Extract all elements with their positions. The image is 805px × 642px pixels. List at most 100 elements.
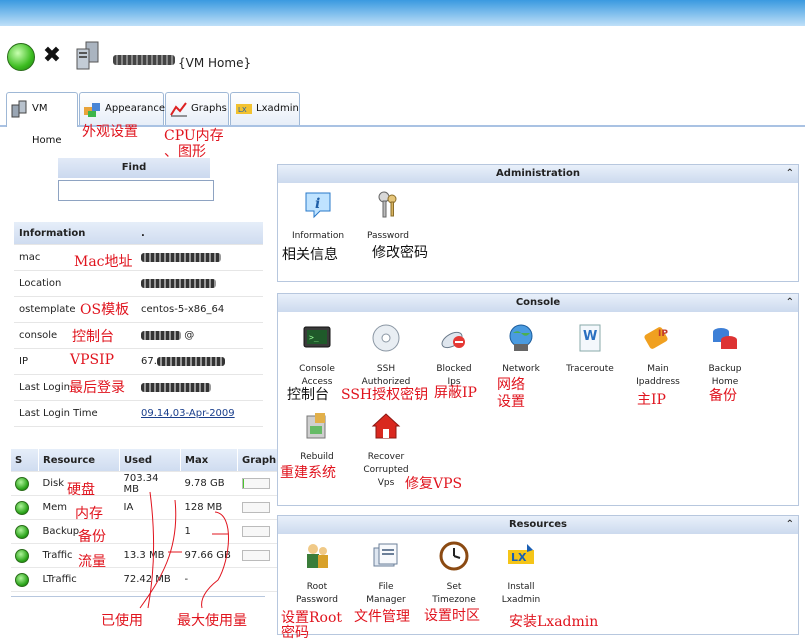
- blocked-icon: [441, 331, 465, 349]
- root-icon: [307, 544, 328, 568]
- collapse-icon[interactable]: ⌃: [786, 516, 794, 534]
- terminal-icon: >_: [303, 326, 331, 348]
- note-network-2: 设置: [497, 394, 525, 410]
- vm-name: [113, 55, 175, 65]
- info-value: 67.: [136, 348, 263, 375]
- usage-bar-fill: [242, 478, 245, 488]
- tab-vm-home[interactable]: VM Home: [6, 92, 78, 146]
- find-input[interactable]: [58, 180, 214, 201]
- table-row: Location: [14, 270, 263, 297]
- file-manager-button[interactable]: File Manager: [352, 540, 420, 607]
- set-timezone-label: Set Timezone: [432, 582, 476, 605]
- note-password: 修改密码: [372, 245, 428, 261]
- svg-text:LX: LX: [238, 106, 247, 114]
- top-banner: [0, 0, 805, 26]
- administration-panel: Administration ⌃ i Information Password: [277, 164, 799, 282]
- info-value: [136, 374, 263, 401]
- vm-home-icon: [11, 100, 27, 118]
- root-password-button[interactable]: Root Password: [283, 540, 351, 607]
- lxadmin-icon: LX: [508, 544, 534, 564]
- set-timezone-button[interactable]: Set Timezone: [420, 540, 488, 607]
- annotation-strokes: [139, 491, 229, 609]
- note-ip: VPSIP: [70, 352, 115, 368]
- traceroute-label: Traceroute: [566, 364, 614, 374]
- last-login-time-link[interactable]: 09.14,03-Apr-2009: [136, 400, 263, 427]
- info-value: [136, 244, 263, 271]
- note-mac: Mac地址: [74, 254, 133, 270]
- backup-home-button[interactable]: Backup Home: [691, 322, 759, 389]
- ip-icon: IP: [644, 327, 668, 349]
- resources-header: Resources ⌃: [278, 516, 798, 534]
- svg-text:LX: LX: [511, 551, 527, 564]
- note-appearance: 外观设置: [82, 124, 138, 140]
- information-button[interactable]: i Information: [284, 189, 352, 243]
- console-title: Console: [515, 297, 561, 308]
- graphs-icon: [170, 102, 187, 117]
- redacted-console: [141, 330, 181, 340]
- note-file-manager: 文件管理: [354, 609, 410, 625]
- blocked-ips-button[interactable]: Blocked Ips: [420, 322, 488, 389]
- server-icon: [76, 41, 99, 70]
- svg-text:>_: >_: [309, 333, 319, 342]
- keys-icon: [378, 191, 397, 218]
- note-console: 控制台: [72, 329, 114, 345]
- tab-graphs[interactable]: Graphs: [165, 92, 229, 125]
- note-backup: 备份: [78, 529, 106, 545]
- root-password-label: Root Password: [295, 582, 339, 605]
- col-used: Used: [119, 449, 181, 472]
- network-button[interactable]: Network: [487, 322, 555, 376]
- note-main-ip: 主IP: [637, 392, 666, 408]
- information-label: Information: [291, 231, 345, 241]
- traceroute-button[interactable]: W Traceroute: [556, 322, 624, 376]
- file-manager-icon: [373, 543, 398, 567]
- note-last-login: 最后登录: [69, 380, 125, 396]
- status-ok-icon: [15, 548, 29, 563]
- close-x-icon[interactable]: ✖: [40, 44, 64, 68]
- console-access-button[interactable]: >_ Console Access: [283, 322, 351, 389]
- information-icon: i: [305, 192, 331, 219]
- ssh-authorized-button[interactable]: SSH Authorized: [352, 322, 420, 389]
- information-table: Information . mac Location ostemplate cen…: [14, 222, 263, 427]
- status-on-icon[interactable]: [7, 43, 35, 71]
- main-ipaddress-label: Main Ipaddress: [636, 364, 680, 387]
- svg-text:IP: IP: [658, 329, 668, 339]
- install-lxadmin-label: Install Lxadmin: [501, 582, 541, 605]
- note-console-access: 控制台: [287, 387, 329, 403]
- note-ssh: SSH授权密钥: [341, 387, 429, 403]
- note-rebuild: 重建系统: [280, 465, 336, 481]
- cd-icon: [372, 324, 400, 352]
- note-ostemplate: OS模板: [80, 302, 130, 318]
- info-value: centos-5-x86_64: [136, 296, 263, 323]
- collapse-icon[interactable]: ⌃: [786, 294, 794, 312]
- col-resource: Resource: [38, 449, 120, 472]
- info-key: Location: [14, 270, 136, 297]
- network-icon: [509, 324, 533, 351]
- tab-lxadmin[interactable]: LX Lxadmin: [230, 92, 300, 125]
- info-value: [136, 270, 263, 297]
- note-install: 安装Lxadmin: [509, 614, 599, 630]
- password-button[interactable]: Password: [354, 189, 422, 243]
- administration-header: Administration ⌃: [278, 165, 798, 183]
- table-row: Last Login Time 09.14,03-Apr-2009: [14, 400, 263, 427]
- svg-text:i: i: [315, 196, 320, 212]
- table-row: console @: [14, 322, 263, 349]
- redacted-location: [141, 278, 216, 288]
- table-row: IP 67.: [14, 348, 263, 375]
- table-row: mac: [14, 244, 263, 271]
- install-lxadmin-button[interactable]: LX Install Lxadmin: [487, 540, 555, 607]
- status-ok-icon: [15, 476, 29, 491]
- note-timezone: 设置时区: [424, 608, 480, 624]
- info-key: Last Login Time: [14, 400, 136, 427]
- note-disk: 硬盘: [67, 482, 95, 498]
- lxadmin-icon: LX: [236, 104, 252, 114]
- note-backup-home: 备份: [709, 388, 737, 404]
- ip-prefix: 67.: [141, 356, 157, 367]
- main-ipaddress-button[interactable]: IP Main Ipaddress: [624, 322, 692, 389]
- vm-home-title: {VM Home}: [178, 56, 252, 70]
- rebuild-button[interactable]: Rebuild: [283, 410, 351, 464]
- console-header: Console ⌃: [278, 294, 798, 312]
- traceroute-icon: W: [579, 324, 601, 352]
- collapse-icon[interactable]: ⌃: [786, 165, 794, 183]
- info-header-key: Information: [14, 222, 136, 245]
- note-recover: 修复VPS: [405, 476, 463, 492]
